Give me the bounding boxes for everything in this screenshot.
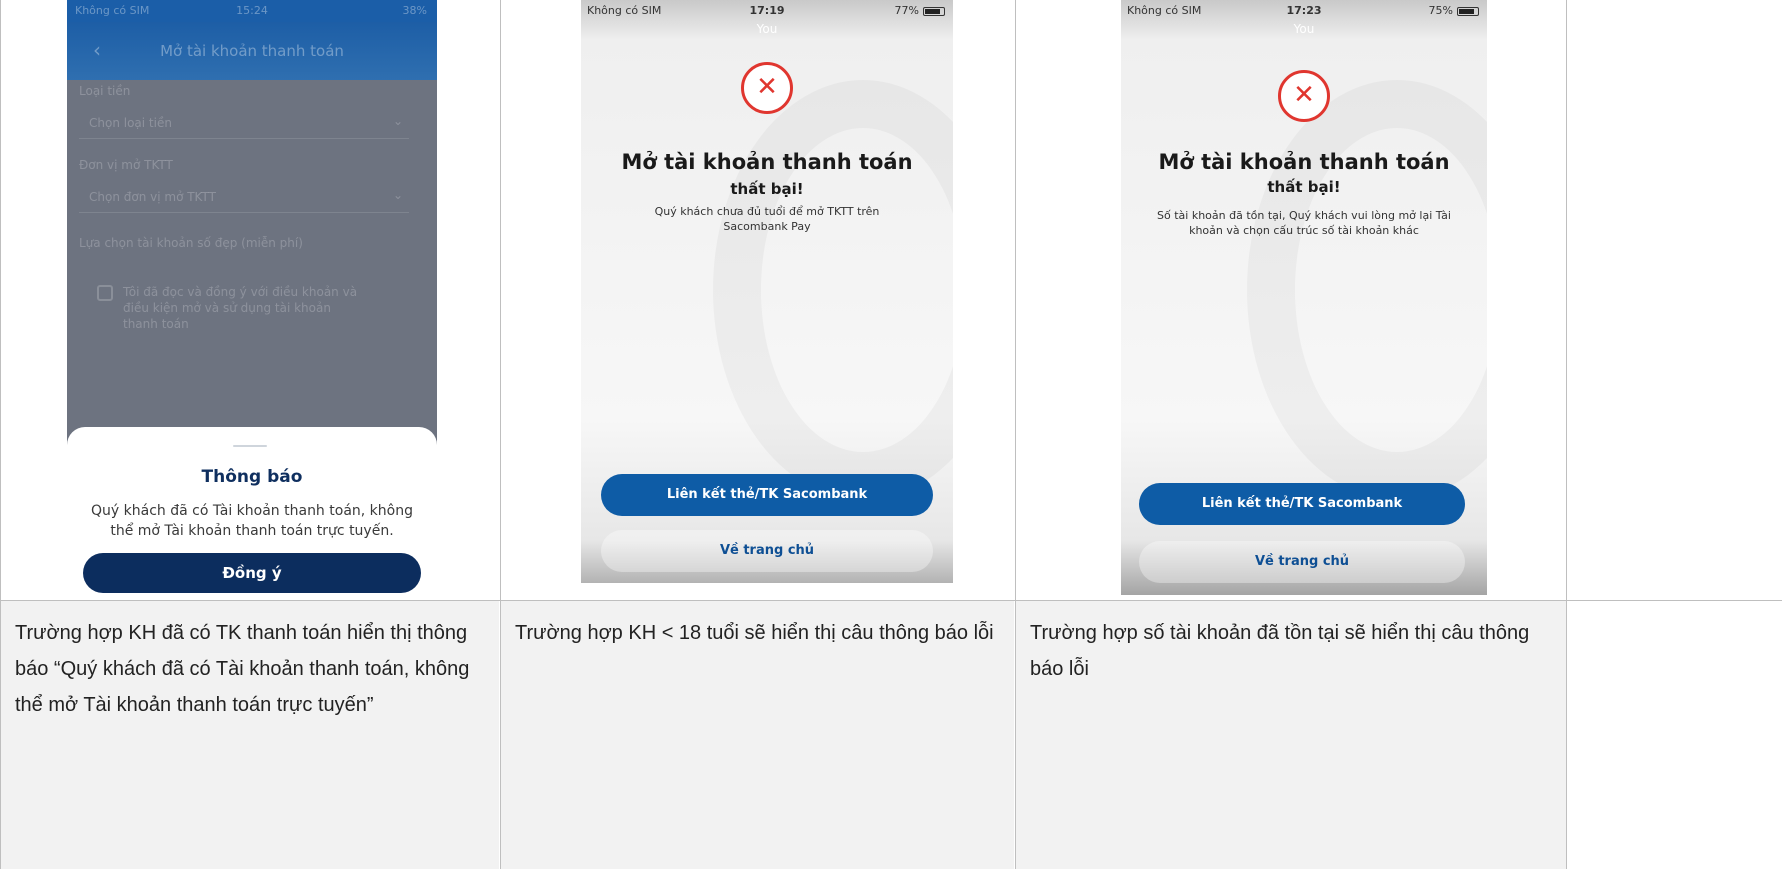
field-label-nice-number: Lựa chọn tài khoản số đẹp (miễn phí) — [79, 236, 303, 250]
phone-screen-account-exists: Không có SIM 17:23 75% You ✕ Mở tài khoả… — [1121, 0, 1487, 595]
screenshot-table: Không có SIM 15:24 38% ‹ Mở tài khoản th… — [0, 0, 1782, 869]
result-subtitle: thất bại! — [730, 180, 804, 198]
agreement-checkbox[interactable] — [97, 285, 113, 301]
background-logo-watermark — [713, 80, 953, 500]
result-title: Mở tài khoản thanh toán — [1158, 150, 1450, 174]
result-subtitle: thất bại! — [1267, 178, 1341, 196]
close-icon: ✕ — [741, 62, 793, 114]
agreement-text: Tôi đã đọc và đồng ý với điều khoản và đ… — [123, 285, 358, 331]
link-card-button[interactable]: Liên kết thẻ/TK Sacombank — [1139, 483, 1465, 525]
result-message: Số tài khoản đã tồn tại, Quý khách vui l… — [1157, 209, 1451, 237]
dialog-title: Thông báo — [201, 467, 303, 487]
battery-label: 75% — [1428, 4, 1453, 17]
caption-existing-account: Trường hợp KH đã có TK thanh toán hiển t… — [1, 601, 499, 869]
battery-label: 77% — [894, 4, 919, 17]
status-bar: Không có SIM 15:24 38% — [67, 0, 437, 22]
battery-icon — [1457, 7, 1479, 16]
result-message: Quý khách chưa đủ tuổi để mở TKTT trên S… — [654, 205, 880, 233]
chevron-down-icon: ⌄ — [393, 114, 404, 128]
home-button[interactable]: Về trang chủ — [601, 530, 933, 572]
caption-underage: Trường hợp KH < 18 tuổi sẽ hiển thị câu … — [501, 601, 1014, 869]
home-button[interactable]: Về trang chủ — [1139, 541, 1465, 583]
divider — [79, 212, 409, 213]
top-label: You — [1293, 22, 1315, 36]
status-bar: Không có SIM 17:19 77% — [581, 0, 953, 22]
divider — [79, 138, 409, 139]
table-border — [0, 0, 1, 869]
chevron-down-icon: ⌄ — [393, 188, 404, 202]
phone-screen-existing-account: Không có SIM 15:24 38% ‹ Mở tài khoản th… — [67, 0, 437, 601]
phone-screen-underage: Không có SIM 17:19 77% You ✕ Mở tài khoả… — [581, 0, 953, 583]
table-border — [0, 600, 1782, 601]
field-label-currency: Loại tiền — [79, 84, 131, 98]
sheet-handle[interactable] — [233, 445, 267, 447]
app-header: ‹ Mở tài khoản thanh toán — [67, 22, 437, 80]
status-bar: Không có SIM 17:23 75% — [1121, 0, 1487, 22]
notification-dialog: Thông báo Quý khách đã có Tài khoản than… — [67, 427, 437, 601]
field-value-branch[interactable]: Chọn đơn vị mở TKTT — [89, 190, 216, 204]
link-card-button[interactable]: Liên kết thẻ/TK Sacombank — [601, 474, 933, 516]
field-value-currency[interactable]: Chọn loại tiền — [89, 116, 172, 130]
battery-icon — [923, 7, 945, 16]
result-title: Mở tài khoản thanh toán — [621, 150, 913, 174]
dialog-message: Quý khách đã có Tài khoản thanh toán, kh… — [91, 503, 413, 539]
table-border — [500, 0, 501, 869]
battery-label: 38% — [402, 4, 427, 17]
status-time: 15:24 — [236, 4, 268, 17]
caption-account-exists: Trường hợp số tài khoản đã tồn tại sẽ hi… — [1016, 601, 1566, 869]
field-label-branch: Đơn vị mở TKTT — [79, 158, 173, 172]
table-border — [1015, 0, 1016, 869]
top-label: You — [756, 22, 778, 36]
background-logo-watermark — [1247, 80, 1487, 500]
header-title: Mở tài khoản thanh toán — [160, 42, 344, 60]
close-icon: ✕ — [1278, 70, 1330, 122]
table-border — [1566, 0, 1567, 869]
agree-button[interactable]: Đồng ý — [83, 553, 421, 593]
